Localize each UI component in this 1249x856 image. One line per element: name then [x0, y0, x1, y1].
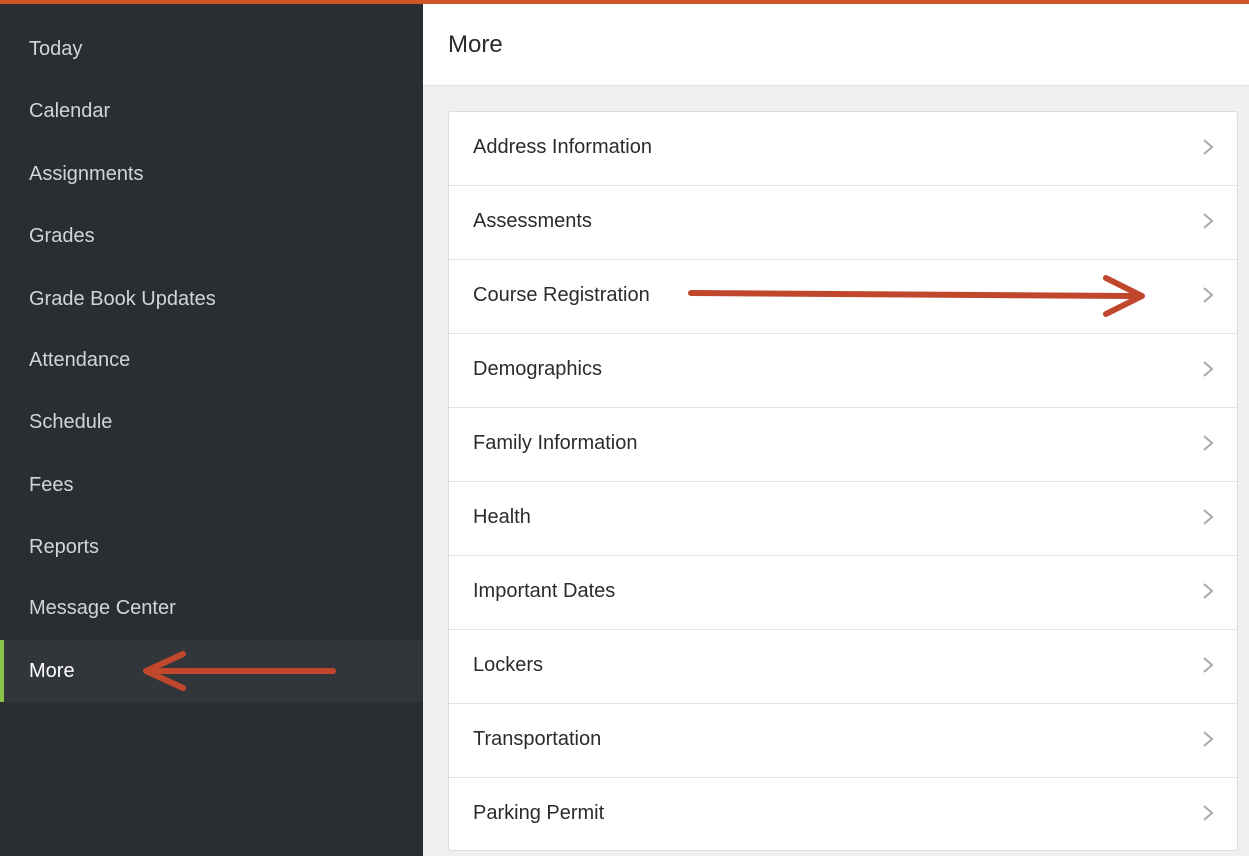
- sidebar-item-label: Message Center: [29, 596, 176, 619]
- sidebar-item-grades[interactable]: Grades: [0, 205, 423, 267]
- sidebar-item-assignments[interactable]: Assignments: [0, 143, 423, 205]
- menu-item-label: Family Information: [473, 432, 638, 454]
- chevron-right-icon: [1203, 731, 1214, 747]
- sidebar-item-calendar[interactable]: Calendar: [0, 80, 423, 142]
- menu-item-label: Transportation: [473, 728, 602, 750]
- app-window: Today Calendar Assignments Grades Grade …: [0, 0, 1249, 856]
- menu-item-address-information[interactable]: Address Information: [449, 112, 1237, 186]
- menu-item-label: Important Dates: [473, 580, 616, 602]
- menu-item-label: Parking Permit: [473, 802, 605, 824]
- menu-item-label: Course Registration: [473, 284, 650, 306]
- sidebar-item-label: Attendance: [29, 348, 131, 371]
- chevron-right-icon: [1203, 287, 1214, 303]
- menu-item-health[interactable]: Health: [449, 482, 1237, 556]
- sidebar-item-label: Fees: [29, 473, 74, 496]
- menu-item-label: Address Information: [473, 136, 652, 158]
- menu-item-course-registration[interactable]: Course Registration: [449, 260, 1237, 334]
- sidebar-item-label: Grades: [29, 224, 95, 247]
- page-title: More: [448, 31, 503, 58]
- sidebar-item-more[interactable]: More: [0, 640, 423, 702]
- chevron-right-icon: [1203, 583, 1214, 599]
- sidebar-item-grade-book-updates[interactable]: Grade Book Updates: [0, 268, 423, 330]
- menu-item-transportation[interactable]: Transportation: [449, 704, 1237, 778]
- menu-item-important-dates[interactable]: Important Dates: [449, 556, 1237, 630]
- menu-item-demographics[interactable]: Demographics: [449, 334, 1237, 408]
- sidebar-item-today[interactable]: Today: [0, 18, 423, 80]
- chevron-right-icon: [1203, 435, 1214, 451]
- menu-item-family-information[interactable]: Family Information: [449, 408, 1237, 482]
- sidebar-item-fees[interactable]: Fees: [0, 454, 423, 516]
- menu-item-label: Lockers: [473, 654, 544, 676]
- chevron-right-icon: [1203, 657, 1214, 673]
- sidebar-nav: Today Calendar Assignments Grades Grade …: [0, 0, 423, 856]
- menu-item-assessments[interactable]: Assessments: [449, 186, 1237, 260]
- sidebar-item-label: Schedule: [29, 410, 113, 433]
- sidebar-item-label: Reports: [29, 535, 100, 558]
- menu-item-label: Assessments: [473, 210, 592, 232]
- sidebar-item-label: Today: [29, 37, 83, 60]
- chevron-right-icon: [1203, 361, 1214, 377]
- menu-item-label: Demographics: [473, 358, 602, 380]
- menu-item-label: Health: [473, 506, 531, 528]
- sidebar-item-label: More: [29, 659, 75, 682]
- top-accent-stripe: [0, 0, 1249, 4]
- menu-item-parking-permit[interactable]: Parking Permit: [449, 778, 1237, 850]
- more-menu-card: Address Information Assessments Course R…: [448, 111, 1238, 851]
- sidebar-item-label: Assignments: [29, 162, 144, 185]
- sidebar-item-label: Calendar: [29, 99, 111, 122]
- sidebar-item-message-center[interactable]: Message Center: [0, 577, 423, 639]
- chevron-right-icon: [1203, 139, 1214, 155]
- sidebar-item-label: Grade Book Updates: [29, 287, 216, 310]
- sidebar-item-reports[interactable]: Reports: [0, 516, 423, 578]
- page-header: More: [423, 0, 1249, 86]
- chevron-right-icon: [1203, 509, 1214, 525]
- chevron-right-icon: [1203, 805, 1214, 821]
- menu-item-lockers[interactable]: Lockers: [449, 630, 1237, 704]
- sidebar-item-attendance[interactable]: Attendance: [0, 329, 423, 391]
- sidebar-item-schedule[interactable]: Schedule: [0, 391, 423, 453]
- chevron-right-icon: [1203, 213, 1214, 229]
